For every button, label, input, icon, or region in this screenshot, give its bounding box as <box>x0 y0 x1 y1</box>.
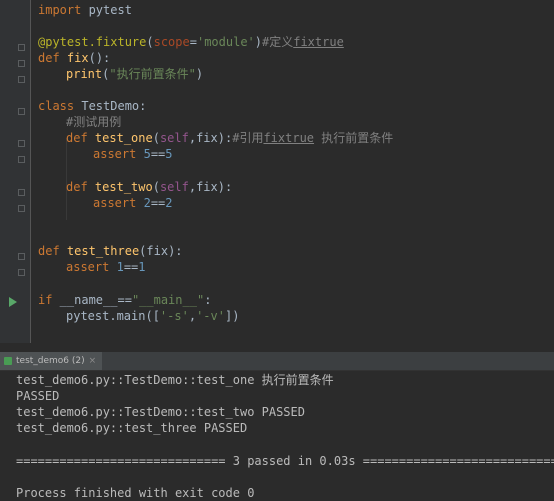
code-line: assert 2==2 <box>93 195 173 211</box>
comment: #定义 <box>262 35 294 49</box>
code-editor[interactable]: import pytest @pytest.fixture(scope='mod… <box>0 0 554 343</box>
run-tab[interactable]: test_demo6 (2) × <box>0 352 103 370</box>
keyword: def <box>66 180 88 194</box>
fold-marker-icon[interactable] <box>18 253 25 260</box>
operator: == <box>123 260 139 274</box>
number: 1 <box>138 260 146 274</box>
comment-underlined: fixtrue <box>263 131 315 145</box>
keyword: class <box>38 99 75 113</box>
parameter: scope <box>153 35 190 49</box>
code-line: def test_three(fix): <box>38 243 183 259</box>
run-arrow-icon[interactable] <box>9 297 17 307</box>
fold-marker-icon[interactable] <box>18 156 25 163</box>
fold-marker-icon[interactable] <box>18 44 25 51</box>
punctuation: ( <box>152 131 160 145</box>
string-literal: "__main__" <box>131 293 205 307</box>
fold-marker-icon[interactable] <box>18 189 25 196</box>
code-text: ,fix): <box>188 131 233 145</box>
console-output-line: test_demo6.py::test_three PASSED <box>16 421 248 435</box>
code-line: assert 5==5 <box>93 146 173 162</box>
gutter-separator <box>30 0 31 343</box>
keyword: assert <box>93 147 137 161</box>
string-literal: 'module' <box>196 35 255 49</box>
code-line: class TestDemo: <box>38 98 146 114</box>
code-line: #测试用例 <box>66 114 121 130</box>
python-run-icon <box>4 357 12 365</box>
code-line: @pytest.fixture(scope='module')#定义fixtru… <box>38 34 344 50</box>
comment: #引用 <box>232 131 264 145</box>
code-line: pytest.main(['-s','-v']) <box>66 308 239 324</box>
console-output-line: test_demo6.py::TestDemo::test_two PASSED <box>16 405 305 419</box>
comment-underlined: fixtrue <box>293 35 344 49</box>
fold-marker-icon[interactable] <box>18 140 25 147</box>
function-name: test_two <box>94 180 153 194</box>
console-summary-line: ============================= 3 passed i… <box>16 454 554 468</box>
code-line: print("执行前置条件") <box>66 66 203 82</box>
function-name: fix <box>66 51 89 65</box>
code-text: TestDemo: <box>74 99 147 113</box>
punctuation: , <box>188 309 197 323</box>
console-output-line: test_demo6.py::TestDemo::test_one 执行前置条件 <box>16 373 334 387</box>
code-line: import pytest <box>38 2 132 18</box>
keyword: def <box>38 244 60 258</box>
keyword: assert <box>66 260 110 274</box>
self-keyword: self <box>159 131 189 145</box>
code-text: (fix): <box>139 244 183 258</box>
code-line: assert 1==1 <box>66 259 146 275</box>
string-literal: "执行前置条件" <box>109 67 196 81</box>
punctuation: : <box>204 293 212 307</box>
code-text: (): <box>88 51 111 65</box>
code-line: if __name__=="__main__": <box>38 292 211 308</box>
self-keyword: self <box>159 180 189 194</box>
keyword: def <box>38 51 60 65</box>
run-output-panel: test_demo6 (2) × test_demo6.py::TestDemo… <box>0 343 554 500</box>
punctuation: ( <box>152 180 160 194</box>
operator: == <box>150 147 166 161</box>
run-tab-bar: test_demo6 (2) × <box>0 352 554 371</box>
fold-marker-icon[interactable] <box>18 76 25 83</box>
line-gutter <box>0 0 30 343</box>
fold-marker-icon[interactable] <box>18 269 25 276</box>
keyword: if <box>38 293 53 307</box>
function-name: test_one <box>94 131 153 145</box>
decorator: @pytest.fixture <box>38 35 147 49</box>
fold-marker-icon[interactable] <box>18 205 25 212</box>
close-icon[interactable]: × <box>89 356 97 366</box>
number: 2 <box>143 196 151 210</box>
punctuation: ( <box>146 35 154 49</box>
comment: #测试用例 <box>66 115 122 129</box>
comment: 执行前置条件 <box>314 131 394 145</box>
code-line: def test_two(self,fix): <box>66 179 232 195</box>
operator: = <box>189 35 197 49</box>
fold-marker-icon[interactable] <box>18 108 25 115</box>
keyword: assert <box>93 196 137 210</box>
code-text: __name__== <box>52 293 132 307</box>
string-literal: '-v' <box>196 309 225 323</box>
code-line: def test_one(self,fix):#引用fixtrue 执行前置条件 <box>66 130 393 146</box>
code-text: ,fix): <box>188 180 233 194</box>
console-exit-line: Process finished with exit code 0 <box>16 486 255 500</box>
run-tab-label: test_demo6 (2) <box>16 356 85 366</box>
keyword: import <box>38 3 82 17</box>
number: 5 <box>143 147 151 161</box>
code-text: pytest <box>81 3 132 17</box>
punctuation: ) <box>195 67 204 81</box>
code-line: def fix(): <box>38 50 110 66</box>
keyword: def <box>66 131 88 145</box>
number: 2 <box>165 196 173 210</box>
string-literal: '-s' <box>159 309 189 323</box>
code-text: pytest.main([ <box>66 309 160 323</box>
fold-marker-icon[interactable] <box>18 60 25 67</box>
function-name: print <box>66 67 103 81</box>
console-output-line: PASSED <box>16 389 60 403</box>
function-name: test_three <box>66 244 140 258</box>
number: 5 <box>165 147 173 161</box>
punctuation: ]) <box>224 309 240 323</box>
number: 1 <box>116 260 124 274</box>
operator: == <box>150 196 166 210</box>
punctuation: ) <box>254 35 262 49</box>
